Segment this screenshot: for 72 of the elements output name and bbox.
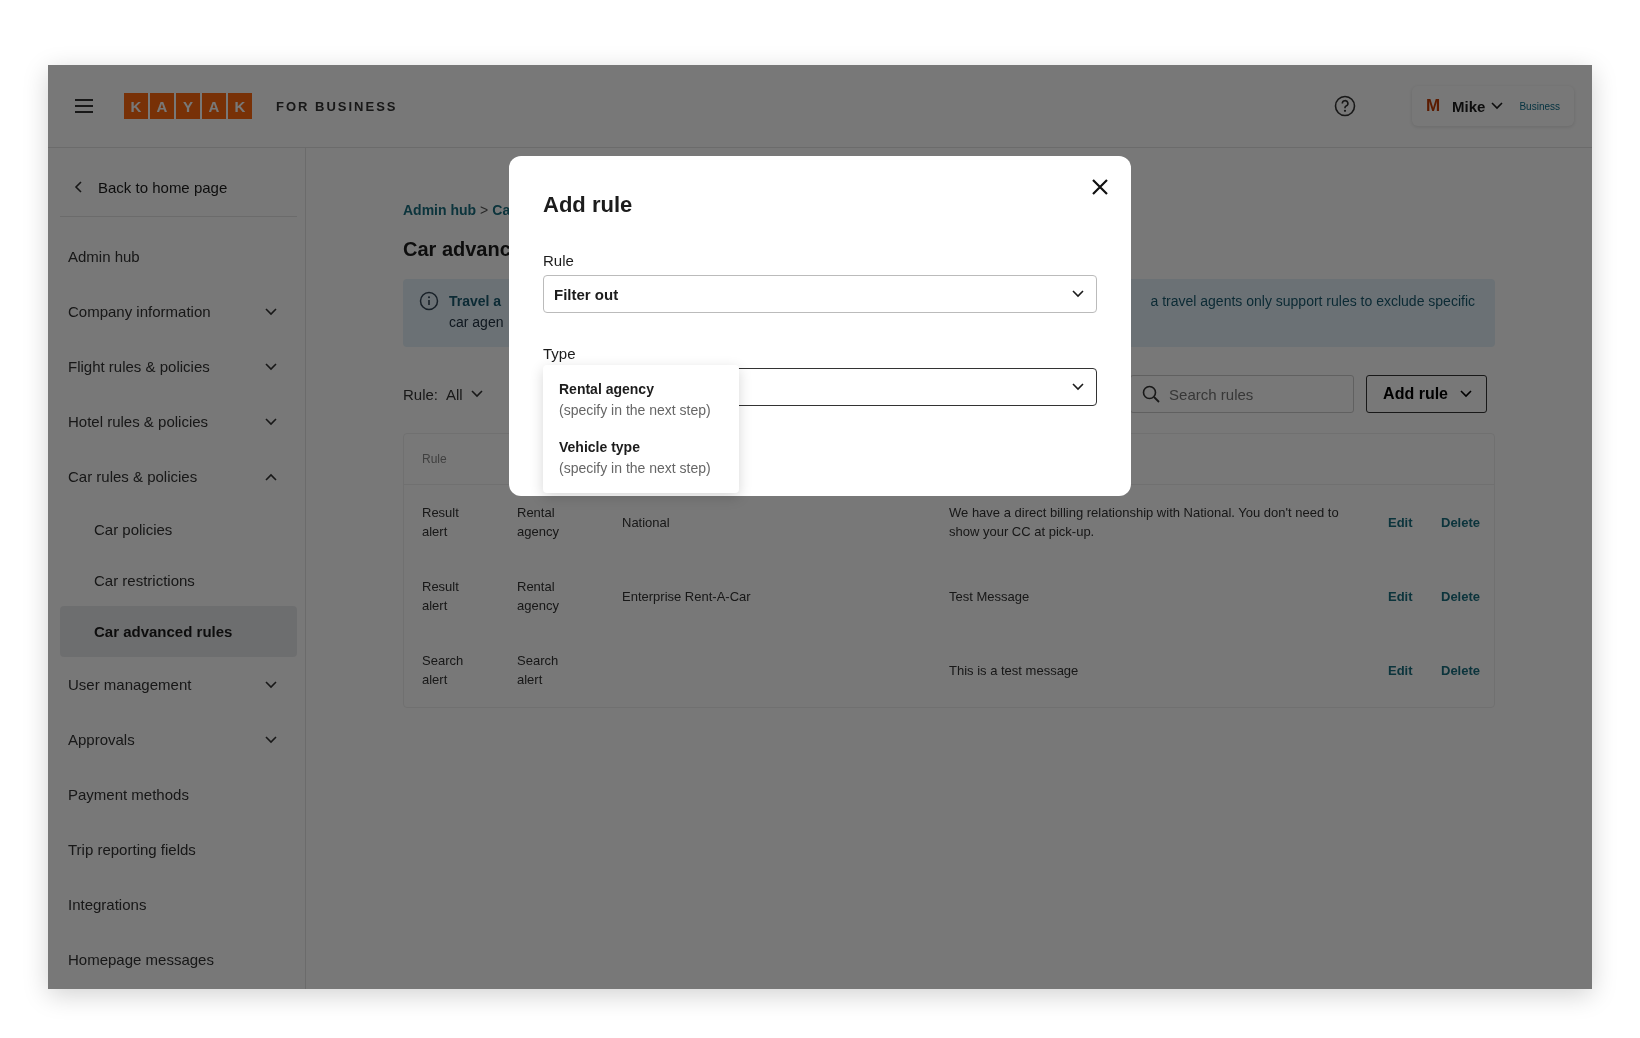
edit-link[interactable]: Edit — [1388, 514, 1413, 530]
field-label: Type — [543, 345, 577, 362]
logo-letter[interactable]: K — [124, 93, 148, 119]
select-field[interactable]: Filter out — [543, 275, 1097, 313]
table-cell-text: Result alert — [422, 578, 460, 615]
logo-letter[interactable]: A — [150, 93, 174, 119]
edit-link[interactable]: Edit — [1388, 662, 1413, 678]
sidebar-item[interactable]: Payment methods — [60, 767, 297, 822]
sidebar-item[interactable]: Approvals — [60, 712, 297, 767]
search-icon — [1142, 385, 1161, 403]
sidebar-item[interactable]: Integrations — [60, 877, 297, 932]
banner-title: Travel a — [449, 292, 503, 311]
rule-filter[interactable]: Rule: All — [403, 385, 483, 403]
delete-link[interactable]: Delete — [1441, 514, 1481, 530]
table-cell-text: Search alert — [517, 652, 560, 689]
table-cell-text: We have a direct billing relationship with National. You don't need to show your CC at pick-up. — [949, 504, 1340, 541]
sidebar-item[interactable]: Homepage messages — [60, 932, 297, 987]
delete-link[interactable]: Delete — [1441, 662, 1481, 678]
info-icon — [419, 291, 439, 311]
dialog-title: Add rule — [543, 192, 634, 218]
sidebar-item[interactable]: Car policies — [60, 504, 297, 555]
chevron-icon — [265, 680, 277, 689]
edit-link[interactable]: Edit — [1388, 588, 1413, 604]
table-cell-text: This is a test message — [949, 661, 1080, 680]
add-rule-button[interactable]: Add rule — [1366, 375, 1487, 413]
back-link[interactable]: Back to home page — [60, 158, 297, 217]
caret-icon — [1491, 102, 1504, 110]
table-cell-text: Result alert — [422, 504, 460, 541]
chevron-icon — [1072, 290, 1084, 298]
sidebar-item[interactable]: User management — [60, 657, 297, 712]
banner-text: a travel agents only support rules to exclude specific — [1150, 292, 1475, 311]
chevron-left-icon — [74, 181, 82, 193]
sidebar-item[interactable]: Car restrictions — [60, 555, 297, 606]
dropdown-option[interactable]: Vehicle type (specify in the next step) — [543, 429, 739, 487]
chevron-icon — [1072, 383, 1084, 391]
help-icon[interactable] — [1333, 95, 1356, 117]
caret-icon — [470, 390, 483, 398]
banner-text: car agen — [449, 314, 504, 330]
breadcrumb-separator: > — [480, 202, 489, 218]
logo-letter[interactable]: Y — [176, 93, 200, 119]
table-cell-text: Enterprise Rent-A-Car — [622, 587, 752, 606]
sidebar-item[interactable]: Car advanced rules — [60, 606, 297, 657]
dropdown-option[interactable]: Rental agency (specify in the next step) — [543, 371, 739, 429]
table-cell-text: Test Message — [949, 587, 1031, 606]
logo-letter[interactable]: K — [228, 93, 252, 119]
sidebar-item[interactable]: Admin hub — [60, 229, 297, 284]
column-header: Rule — [422, 452, 447, 466]
chevron-icon — [265, 307, 277, 316]
page-title: Car advanc — [403, 238, 511, 261]
table-cell-text: Search alert — [422, 652, 465, 689]
chevron-icon — [265, 472, 277, 481]
sidebar-item[interactable]: Hotel rules & policies — [60, 394, 297, 449]
breadcrumb-link[interactable]: Admin hub — [403, 202, 477, 218]
sidebar-item[interactable]: Company information — [60, 284, 297, 339]
delete-link[interactable]: Delete — [1441, 588, 1481, 604]
menu-icon[interactable] — [74, 98, 94, 114]
sidebar-item[interactable]: Flight rules & policies — [60, 339, 297, 394]
table-cell-text: National — [622, 513, 671, 532]
caret-icon — [1460, 390, 1472, 398]
chevron-icon — [265, 735, 277, 744]
logo-letter[interactable]: A — [202, 93, 226, 119]
chevron-icon — [265, 362, 277, 371]
chevron-icon — [265, 417, 277, 426]
logo-suffix: FOR BUSINESS — [276, 98, 398, 114]
sidebar-item[interactable]: Trip reporting fields — [60, 822, 297, 877]
table-cell-text: Rental agency — [517, 578, 560, 615]
breadcrumb-link[interactable]: Ca — [492, 202, 511, 218]
field-label: Rule — [543, 252, 575, 269]
user-menu[interactable]: M Mike Business — [1411, 86, 1574, 126]
sidebar-item[interactable]: Car rules & policies — [60, 449, 297, 504]
search-field[interactable]: Search rules — [1130, 375, 1355, 413]
table-cell-text: Rental agency — [517, 504, 560, 541]
